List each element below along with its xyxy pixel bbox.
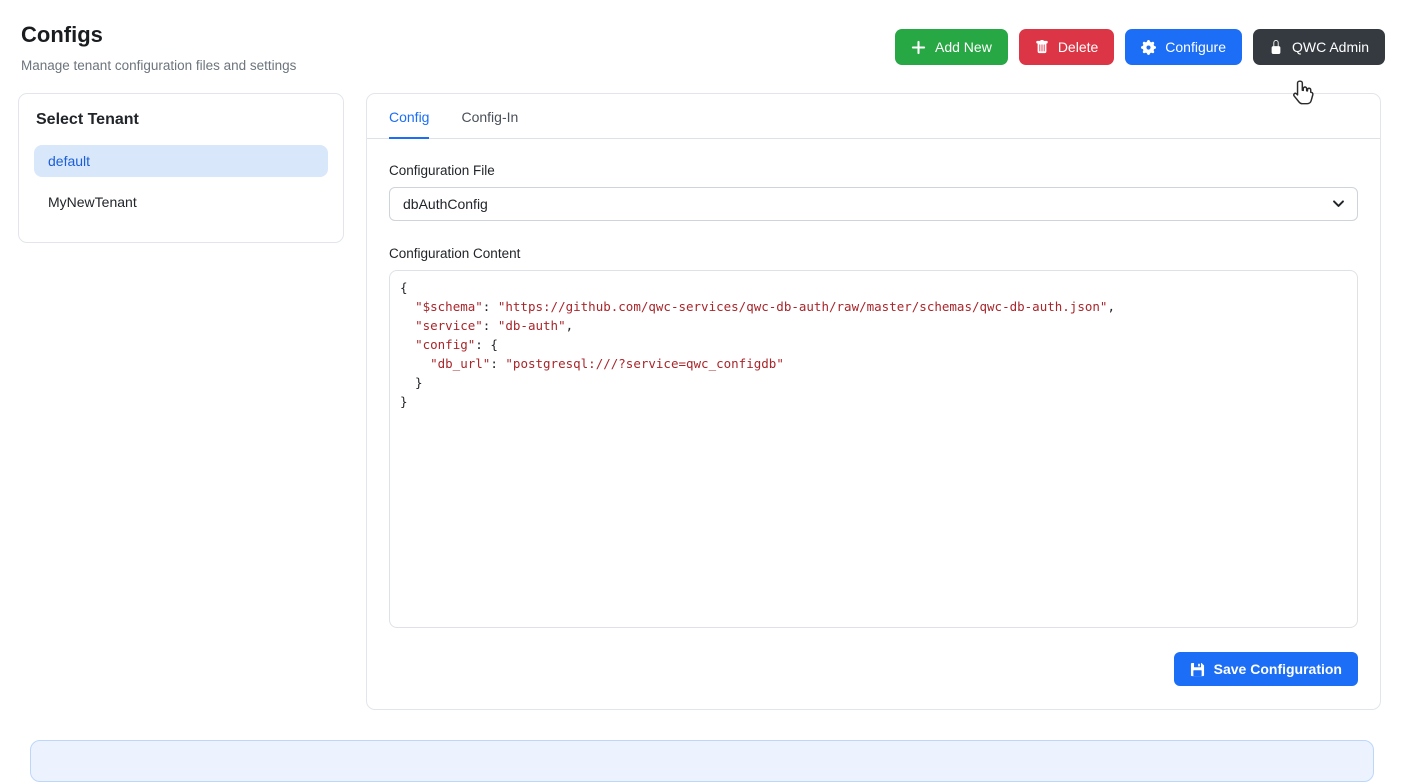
configure-button[interactable]: Configure (1125, 29, 1242, 65)
plus-icon (911, 40, 926, 55)
code-line: "config": { (400, 335, 1347, 354)
page-subtitle: Manage tenant configuration files and se… (21, 58, 296, 73)
save-floppy-icon (1190, 662, 1205, 677)
page-title: Configs (21, 22, 296, 48)
code-line: { (400, 278, 1347, 297)
tab-config[interactable]: Config (389, 94, 429, 139)
page-header: Configs Manage tenant configuration file… (21, 22, 1385, 73)
tenant-item-label: default (48, 153, 90, 169)
tab-config-in[interactable]: Config-In (461, 94, 518, 139)
delete-button[interactable]: Delete (1019, 29, 1114, 65)
code-line: "db_url": "postgresql:///?service=qwc_co… (400, 354, 1347, 373)
toolbar: Add New Delete Configure QWC Admin (895, 29, 1385, 65)
gear-icon (1141, 40, 1156, 55)
trash-icon (1035, 40, 1049, 54)
tab-config-in-label: Config-In (461, 109, 518, 125)
qwc-admin-button[interactable]: QWC Admin (1253, 29, 1385, 65)
code-line: } (400, 392, 1347, 411)
bottom-alert (30, 740, 1374, 782)
configuration-file-select-wrap: dbAuthConfig (389, 187, 1358, 221)
save-row: Save Configuration (389, 652, 1358, 686)
tenant-panel: Select Tenant default MyNewTenant (18, 93, 344, 243)
configure-label: Configure (1165, 40, 1226, 54)
tenant-panel-title: Select Tenant (36, 111, 326, 129)
tab-config-label: Config (389, 109, 429, 125)
tenant-item-mynewtenant[interactable]: MyNewTenant (34, 186, 328, 218)
lock-icon (1269, 40, 1283, 54)
code-line: "service": "db-auth", (400, 316, 1347, 335)
save-configuration-label: Save Configuration (1214, 662, 1342, 676)
page-heading-block: Configs Manage tenant configuration file… (21, 22, 296, 73)
tab-bar: Config Config-In (367, 94, 1380, 139)
add-new-button[interactable]: Add New (895, 29, 1008, 65)
content-area: Select Tenant default MyNewTenant Config… (18, 93, 1381, 710)
configuration-file-select[interactable]: dbAuthConfig (389, 187, 1358, 221)
tenant-item-default[interactable]: default (34, 145, 328, 177)
config-panel-body: Configuration File dbAuthConfig Configur… (367, 139, 1380, 709)
qwc-admin-label: QWC Admin (1292, 40, 1369, 54)
code-line: "$schema": "https://github.com/qwc-servi… (400, 297, 1347, 316)
tenant-item-label: MyNewTenant (48, 194, 137, 210)
code-line: } (400, 373, 1347, 392)
config-panel: Config Config-In Configuration File dbAu… (366, 93, 1381, 710)
configuration-content-label: Configuration Content (389, 246, 1358, 261)
config-content-editor[interactable]: { "$schema": "https://github.com/qwc-ser… (389, 270, 1358, 628)
delete-label: Delete (1058, 40, 1098, 54)
save-configuration-button[interactable]: Save Configuration (1174, 652, 1358, 686)
configuration-file-label: Configuration File (389, 163, 1358, 178)
add-new-label: Add New (935, 40, 992, 54)
